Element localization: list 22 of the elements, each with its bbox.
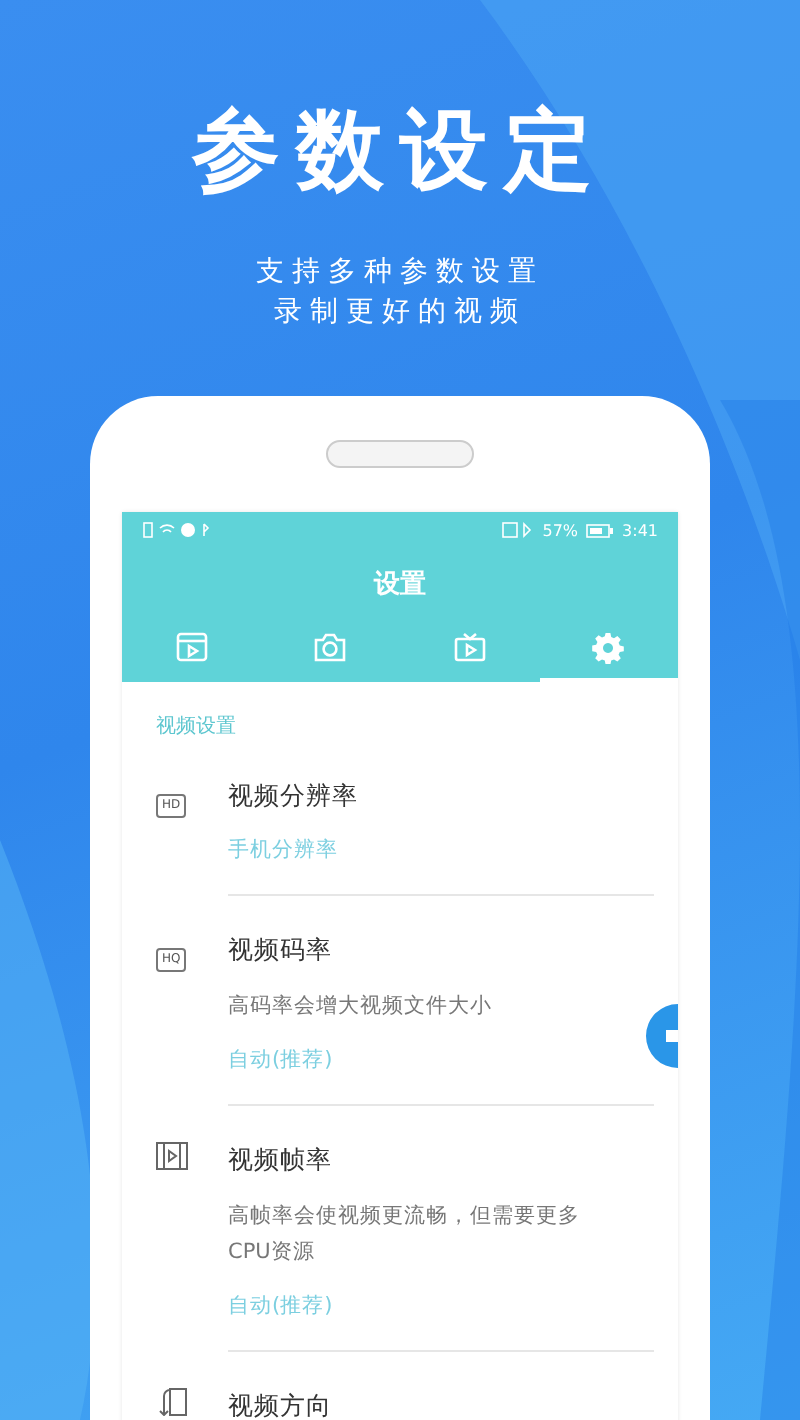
filmstrip-icon: [156, 1142, 188, 1170]
rotate-icon: [156, 1388, 188, 1416]
clock: 3:41: [622, 521, 658, 539]
setting-title[interactable]: 视频帧率: [228, 1142, 654, 1178]
camera-icon: [314, 632, 347, 662]
subtitle: 支持多种参数设置: [256, 254, 544, 292]
battery-icon: [586, 523, 615, 537]
setting-title[interactable]: 视频方向: [228, 1388, 654, 1420]
screen-title: 设置: [371, 568, 428, 604]
setting-description: 高帧率会使视频更流畅，但需要更多CPU资源: [228, 1202, 582, 1268]
headline: 参数设定: [192, 100, 608, 204]
setting-title[interactable]: 视频分辨率: [228, 778, 654, 814]
subtitle: 录制更好的视频: [274, 294, 526, 332]
settings-icon: [592, 631, 625, 663]
film-icon: [175, 632, 208, 662]
setting-title[interactable]: 视频码率: [228, 932, 654, 968]
tv-icon: [453, 632, 486, 662]
section-heading: 视频设置: [154, 713, 238, 742]
signal-icon: [502, 522, 535, 538]
side-handle[interactable]: [642, 1004, 678, 1068]
setting-description: 高码率会增大视频文件大小: [228, 992, 494, 1022]
battery-percent: 57%: [542, 521, 579, 539]
